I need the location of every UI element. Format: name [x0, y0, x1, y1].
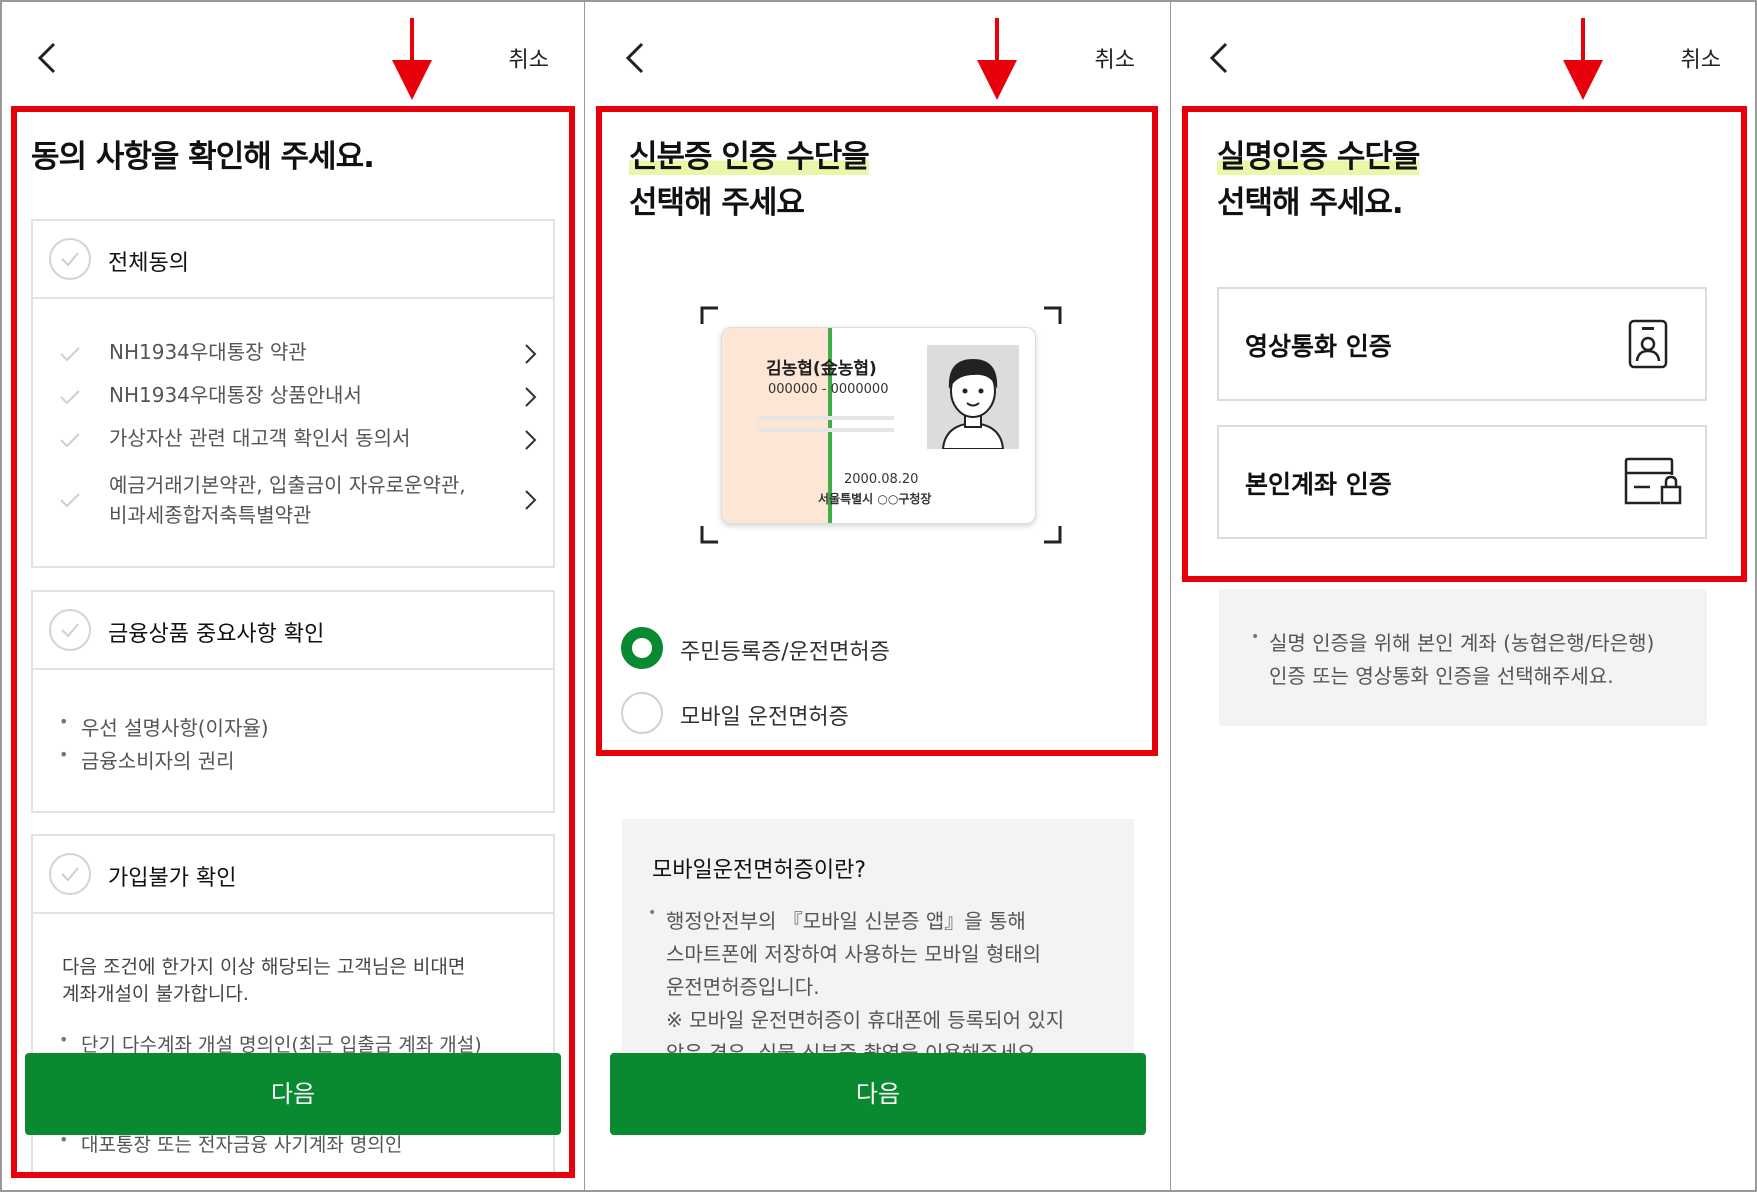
real-name-note: • 실명 인증을 위해 본인 계좌 (농협은행/타은행) 인증 또는 영상통화 … [1219, 589, 1707, 726]
info-title: 모바일운전면허증이란? [652, 858, 867, 883]
real-name-method-screen: 취소 실명인증 수단을 선택해 주세요. 영상통화 인증 본인계좌 인증 • 실… [1171, 0, 1757, 1192]
next-button[interactable]: 다음 [610, 1053, 1146, 1135]
highlight-box [596, 106, 1158, 756]
id-method-screen: 취소 신분증 인증 수단을 선택해 주세요 김농협(金농협) 000000 - … [585, 0, 1171, 1192]
highlight-box [11, 106, 575, 1178]
cancel-button[interactable]: 취소 [1681, 42, 1721, 74]
back-chevron-icon[interactable] [622, 40, 652, 76]
cancel-button[interactable]: 취소 [1095, 42, 1135, 74]
info-text: 행정안전부의 『모바일 신분증 앱』을 통해 스마트폰에 저장하여 사용하는 모… [666, 909, 1065, 1053]
highlight-box [1182, 106, 1747, 582]
consent-screen: 취소 동의 사항을 확인해 주세요. 전체동의 NH1934우대통장 약관 NH… [0, 0, 585, 1192]
back-chevron-icon[interactable] [1206, 40, 1236, 76]
cancel-button[interactable]: 취소 [509, 42, 549, 74]
red-arrow-down-icon [977, 18, 1017, 100]
note-text: 실명 인증을 위해 본인 계좌 (농협은행/타은행) 인증 또는 영상통화 인증… [1269, 631, 1655, 688]
red-arrow-down-icon [392, 18, 432, 100]
mobile-license-info: 모바일운전면허증이란? • 행정안전부의 『모바일 신분증 앱』을 통해 스마트… [622, 819, 1134, 1053]
red-arrow-down-icon [1563, 18, 1603, 100]
back-chevron-icon[interactable] [34, 40, 64, 76]
